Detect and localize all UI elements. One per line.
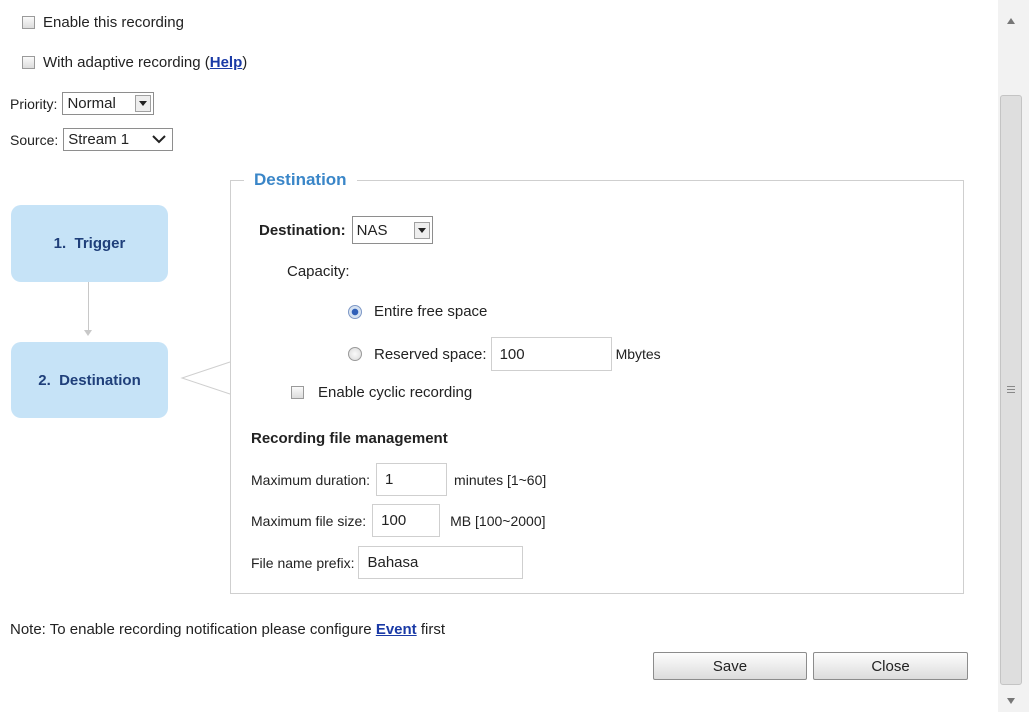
destination-value: NAS: [356, 221, 388, 239]
chevron-down-icon: [413, 221, 430, 239]
max-file-size-input[interactable]: 100: [372, 504, 441, 537]
adaptive-recording-checkbox[interactable]: [22, 56, 35, 69]
file-prefix-value: Bahasa: [367, 554, 419, 571]
chevron-down-icon: [135, 95, 152, 112]
chevron-down-icon: [152, 131, 166, 148]
destination-row: Destination: NAS: [259, 216, 433, 244]
save-button[interactable]: Save: [653, 652, 807, 680]
adaptive-recording-close: ): [242, 54, 248, 71]
grip-line-icon: [1007, 389, 1015, 390]
step-trigger[interactable]: 1. Trigger: [11, 205, 168, 282]
step-trigger-label: 1. Trigger: [53, 235, 126, 252]
reserved-space-value: 100: [499, 345, 525, 363]
panel-pointer: [180, 361, 231, 395]
scroll-down-icon[interactable]: [1006, 692, 1016, 709]
file-prefix-input[interactable]: Bahasa: [358, 546, 524, 579]
close-button[interactable]: Close: [813, 652, 968, 680]
priority-select[interactable]: Normal: [62, 92, 155, 115]
source-row: Source: Stream 1: [10, 128, 174, 151]
max-duration-label: Maximum duration:: [251, 471, 371, 488]
grip-line-icon: [1007, 386, 1015, 387]
destination-select[interactable]: NAS: [351, 216, 433, 244]
help-link[interactable]: Help: [210, 54, 243, 71]
max-file-size-row: Maximum file size: 100 MB [100~2000]: [251, 504, 546, 537]
step-destination[interactable]: 2. Destination: [11, 342, 168, 418]
reserved-space-input[interactable]: 100: [490, 337, 612, 371]
file-prefix-row: File name prefix: Bahasa: [251, 546, 524, 579]
step-connector: [88, 282, 89, 334]
entire-free-space-radio[interactable]: [348, 304, 362, 319]
note-suffix: first: [420, 621, 446, 638]
entire-free-space-row: Entire free space: [348, 303, 487, 320]
max-duration-unit: minutes [1~60]: [454, 471, 547, 488]
step-arrow-icon: [84, 330, 92, 336]
reserved-space-label: Reserved space:: [374, 345, 487, 363]
adaptive-recording-row: With adaptive recording (Help): [22, 54, 247, 71]
reserved-space-unit: Mbytes: [615, 346, 661, 362]
max-duration-value: 1: [385, 471, 394, 488]
max-duration-input[interactable]: 1: [376, 463, 448, 496]
reserved-space-radio[interactable]: [348, 347, 362, 361]
file-prefix-label: File name prefix:: [251, 554, 355, 571]
scrollbar[interactable]: [998, 0, 1029, 712]
scroll-up-icon[interactable]: [1006, 12, 1016, 29]
entire-free-space-label: Entire free space: [374, 303, 488, 320]
enable-recording-label: Enable this recording: [43, 14, 184, 31]
destination-legend: Destination: [244, 170, 357, 190]
max-file-size-label: Maximum file size:: [251, 512, 367, 529]
event-link[interactable]: Event: [376, 621, 417, 638]
enable-recording-row: Enable this recording: [22, 14, 184, 31]
capacity-label: Capacity:: [287, 263, 350, 280]
max-file-size-unit: MB [100~2000]: [450, 512, 546, 529]
max-file-size-value: 100: [381, 512, 407, 529]
priority-row: Priority: Normal: [10, 92, 155, 115]
priority-label: Priority:: [10, 95, 58, 112]
adaptive-recording-label: With adaptive recording (: [43, 54, 210, 71]
max-duration-row: Maximum duration: 1 minutes [1~60]: [251, 463, 546, 496]
enable-recording-checkbox[interactable]: [22, 16, 35, 29]
reserved-space-row: Reserved space: 100 Mbytes: [348, 337, 661, 371]
source-label: Source:: [10, 131, 59, 148]
cyclic-recording-row: Enable cyclic recording: [291, 384, 472, 401]
step-destination-label: 2. Destination: [38, 371, 141, 389]
grip-line-icon: [1007, 392, 1015, 393]
cyclic-recording-checkbox[interactable]: [291, 386, 304, 399]
source-select[interactable]: Stream 1: [63, 128, 174, 151]
note-text: Note: To enable recording notification p…: [10, 621, 372, 638]
destination-label: Destination:: [259, 221, 346, 239]
file-management-heading: Recording file management: [251, 430, 448, 447]
scroll-thumb[interactable]: [1000, 95, 1022, 685]
cyclic-recording-label: Enable cyclic recording: [318, 384, 473, 401]
source-value: Stream 1: [68, 131, 130, 148]
note-row: Note: To enable recording notification p…: [10, 621, 445, 638]
priority-value: Normal: [67, 95, 116, 112]
